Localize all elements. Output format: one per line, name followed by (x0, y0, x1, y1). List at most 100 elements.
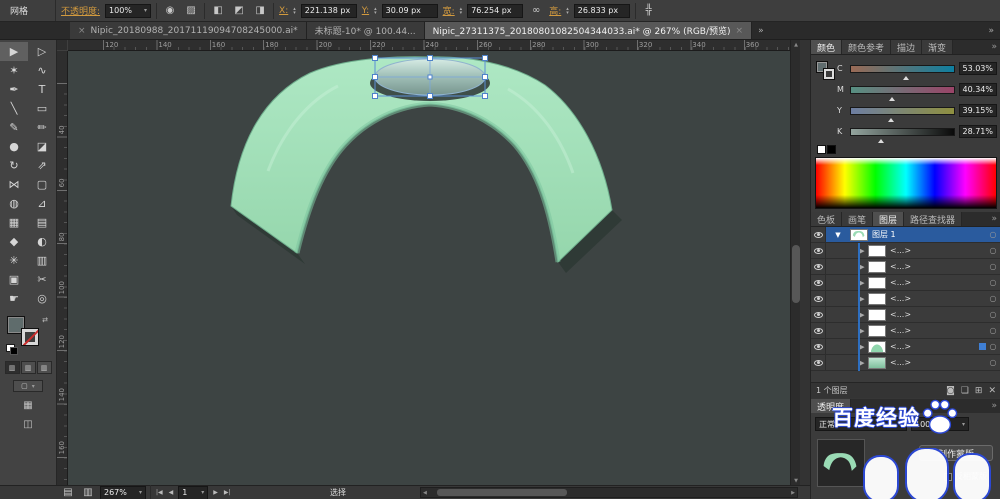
black-swatch[interactable] (827, 145, 836, 154)
target-circle-icon[interactable]: ○ (988, 230, 998, 239)
visibility-toggle[interactable] (811, 339, 826, 354)
mini-stroke-swatch[interactable] (823, 68, 835, 80)
blob-brush-tool[interactable]: ● (0, 137, 28, 156)
draw-behind-button[interactable]: ▥ (21, 361, 36, 374)
magic-wand-tool[interactable]: ✶ (0, 61, 28, 80)
layer-label[interactable]: <...> (890, 326, 988, 335)
channel-slider[interactable] (850, 128, 955, 136)
visibility-toggle[interactable] (811, 291, 826, 306)
panel-tab[interactable]: 描边 (891, 40, 922, 54)
layer-row[interactable]: ▶ <...> ○ (811, 307, 1000, 323)
perspective-grid-tool[interactable]: ⊿ (28, 194, 56, 213)
symbol-sprayer-tool[interactable]: ✳ (0, 251, 28, 270)
new-layer-icon[interactable]: ⊞ (975, 386, 983, 396)
visibility-toggle[interactable] (811, 275, 826, 290)
layer-row[interactable]: ▶ <...> ○ (811, 339, 1000, 355)
screen-mode-button[interactable]: ▢▾ (13, 380, 43, 392)
panel-menu-icon[interactable]: » (991, 40, 1000, 54)
default-colors-icon[interactable] (6, 344, 15, 352)
width-input[interactable]: 76.254 px (467, 4, 523, 18)
layer-row[interactable]: ▶ <...> ○ (811, 275, 1000, 291)
target-circle-icon[interactable]: ○ (988, 262, 998, 271)
align-center-icon[interactable]: ◩ (231, 3, 247, 19)
layer-row[interactable]: ▶ <...> ○ (811, 243, 1000, 259)
visibility-toggle[interactable] (811, 243, 826, 258)
gradient-tool[interactable]: ▤ (28, 213, 56, 232)
layer-label[interactable]: <...> (890, 278, 988, 287)
scroll-down-arrow[interactable]: ▼ (791, 476, 801, 485)
constrain-proportions-icon[interactable]: ∞ (528, 3, 544, 19)
shape-builder-tool[interactable]: ◍ (0, 194, 28, 213)
draw-inside-button[interactable]: ▥ (37, 361, 52, 374)
opacity-select[interactable]: 100%▾ (105, 4, 151, 18)
scale-tool[interactable]: ⇗ (28, 156, 56, 175)
stroke-color-swatch[interactable] (21, 328, 39, 346)
visibility-toggle[interactable] (811, 259, 826, 274)
layer-label[interactable]: <...> (890, 262, 988, 271)
white-swatch[interactable] (817, 145, 826, 154)
scroll-track[interactable] (429, 488, 789, 497)
document-tab-3-active[interactable]: Nipic_27311375_20180801082504344033.ai* … (425, 22, 752, 39)
layer-row[interactable]: ▶ <...> ○ (811, 291, 1000, 307)
slider-thumb[interactable] (889, 94, 895, 101)
height-input[interactable]: 26.833 px (574, 4, 630, 18)
slider-thumb[interactable] (903, 73, 909, 80)
blend-mode-select[interactable]: 正常▾ (815, 417, 907, 431)
delete-layer-icon[interactable]: ✕ (988, 386, 996, 396)
status-icon-right[interactable]: ▥ (80, 485, 96, 499)
opacity-label[interactable]: 不透明度: (61, 4, 100, 17)
align-left-icon[interactable]: ◧ (210, 3, 226, 19)
document-tab-2[interactable]: 未标题-10* @ 100.44... (307, 22, 425, 39)
status-icon-left[interactable]: ▤ (60, 485, 76, 499)
panel-tab[interactable]: 路径查找器 (904, 212, 962, 226)
channel-slider[interactable] (850, 107, 955, 115)
slider-thumb[interactable] (878, 136, 884, 143)
ruler-origin[interactable] (57, 40, 68, 51)
object-thumbnail[interactable] (817, 439, 865, 487)
target-circle-icon[interactable]: ○ (988, 326, 998, 335)
make-clip-mask-icon[interactable]: ◙ (946, 386, 955, 396)
eraser-tool[interactable]: ◪ (28, 137, 56, 156)
width-tool[interactable]: ⋈ (0, 175, 28, 194)
target-circle-icon[interactable]: ○ (988, 342, 998, 351)
free-transform-tool[interactable]: ▢ (28, 175, 56, 194)
y-label[interactable]: Y: (362, 6, 369, 16)
type-tool[interactable]: T (28, 80, 56, 99)
channel-value-input[interactable]: 53.03% (959, 62, 997, 75)
target-circle-icon[interactable]: ○ (988, 358, 998, 367)
visibility-toggle[interactable] (811, 323, 826, 338)
make-mask-button[interactable]: 制作蒙版 (919, 445, 993, 461)
transparency-opacity-select[interactable]: 100%▾ (911, 417, 969, 431)
layer-row-layer1[interactable]: ▼ 图层 1 ○ (811, 227, 1000, 243)
direct-selection-tool[interactable]: ▷ (28, 42, 56, 61)
layer-row[interactable]: ▶ <...> ○ (811, 323, 1000, 339)
slider-thumb[interactable] (888, 115, 894, 122)
pencil-tool[interactable]: ✏ (28, 118, 56, 137)
x-input[interactable]: 221.138 px (301, 4, 357, 18)
first-artboard-button[interactable]: |◀ (155, 489, 164, 496)
panel-tab[interactable]: 渐变 (922, 40, 953, 54)
zoom-tool[interactable]: ◎ (28, 289, 56, 308)
panel-menu-icon[interactable]: » (991, 399, 1000, 413)
rotate-tool[interactable]: ↻ (0, 156, 28, 175)
mini-fill-stroke[interactable] (816, 61, 838, 83)
mesh-tool[interactable]: ▦ (0, 213, 28, 232)
canvas[interactable] (68, 51, 790, 485)
lasso-tool[interactable]: ∿ (28, 61, 56, 80)
paintbrush-tool[interactable]: ✎ (0, 118, 28, 137)
expand-triangle-icon[interactable]: ▼ (826, 231, 850, 239)
prev-artboard-button[interactable]: ◀ (168, 489, 175, 496)
vertical-scrollbar[interactable]: ▲ ▼ (790, 40, 800, 485)
target-circle-icon[interactable]: ○ (988, 294, 998, 303)
layer-row[interactable]: ▶ <...> ○ (811, 355, 1000, 371)
last-artboard-button[interactable]: ▶| (223, 489, 232, 496)
channel-slider[interactable] (850, 65, 955, 73)
invert-mask-checkbox[interactable] (944, 473, 952, 481)
line-segment-tool[interactable]: ╲ (0, 99, 28, 118)
panel-tab[interactable]: 画笔 (842, 212, 873, 226)
x-stepper[interactable]: ▴▾ (293, 7, 296, 15)
visibility-toggle[interactable] (811, 227, 826, 242)
scroll-right-arrow[interactable]: ▶ (789, 490, 797, 496)
channel-value-input[interactable]: 28.71% (959, 125, 997, 138)
document-tab-1[interactable]: × Nipic_20180988_20171119094708245000.ai… (70, 22, 307, 39)
